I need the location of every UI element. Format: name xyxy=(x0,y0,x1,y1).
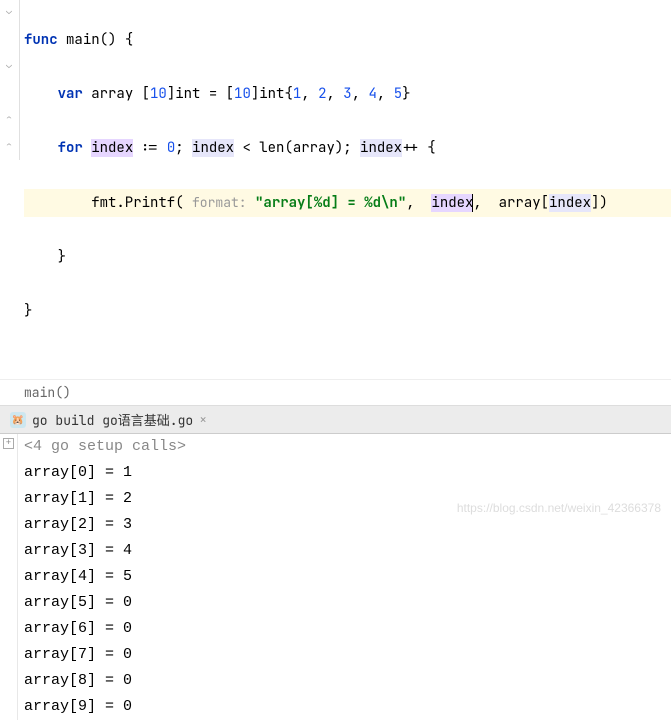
keyword-func: func xyxy=(24,31,58,49)
console-line: array[8] = 0 xyxy=(24,668,671,694)
console-line: array[4] = 5 xyxy=(24,564,671,590)
console-line: array[2] = 3 xyxy=(24,512,671,538)
console-line: array[5] = 0 xyxy=(24,590,671,616)
console-line: array[3] = 4 xyxy=(24,538,671,564)
console-line: array[6] = 0 xyxy=(24,616,671,642)
fold-icon[interactable]: ⌄ xyxy=(6,60,16,70)
code-line[interactable]: var array [10]int = [10]int{1, 2, 3, 4, … xyxy=(24,81,671,108)
fold-icon[interactable]: ⌄ xyxy=(6,6,16,16)
code-line[interactable]: } xyxy=(24,298,671,325)
editor-gutter: ⌄ ⌄ ⌃ ⌃ xyxy=(0,0,20,160)
code-editor[interactable]: ⌄ ⌄ ⌃ ⌃ func main() { var array [10]int … xyxy=(0,0,671,379)
console-line: array[0] = 1 xyxy=(24,460,671,486)
close-icon[interactable]: × xyxy=(199,411,207,428)
console-line: array[7] = 0 xyxy=(24,642,671,668)
keyword-for: for xyxy=(58,139,83,157)
fold-icon[interactable]: ⌃ xyxy=(6,141,16,151)
breadcrumb[interactable]: main() xyxy=(0,379,671,406)
console-gutter: + xyxy=(0,434,18,720)
keyword-var: var xyxy=(58,85,83,103)
ident-index: index xyxy=(91,139,133,157)
code-line[interactable]: for index := 0; index < len(array); inde… xyxy=(24,135,671,162)
code-line-active[interactable]: fmt.Printf( format: "array[%d] = %d\n", … xyxy=(24,189,671,217)
breadcrumb-item[interactable]: main() xyxy=(24,384,71,401)
ident-index: index xyxy=(360,139,402,157)
go-icon: 🐹 xyxy=(10,412,26,428)
console-output[interactable]: + <4 go setup calls> array[0] = 1 array[… xyxy=(0,434,671,720)
console-line: array[9] = 0 xyxy=(24,694,671,720)
code-line[interactable]: func main() { xyxy=(24,27,671,54)
ident-index: index xyxy=(549,194,591,212)
run-tab-bar: 🐹 go build go语言基础.go × xyxy=(0,406,671,434)
ident-index: index xyxy=(192,139,234,157)
console-setup-line: <4 go setup calls> xyxy=(24,434,671,460)
code-area[interactable]: func main() { var array [10]int = [10]in… xyxy=(0,0,671,379)
code-line[interactable]: } xyxy=(24,244,671,271)
expand-icon[interactable]: + xyxy=(3,438,14,449)
ident-index: index xyxy=(431,194,473,212)
watermark: https://blog.csdn.net/weixin_42366378 xyxy=(457,501,661,515)
run-tab-label: go build go语言基础.go xyxy=(32,410,193,429)
fold-icon[interactable]: ⌃ xyxy=(6,114,16,124)
string-literal: "array[%d] = %d\n" xyxy=(255,194,406,212)
inline-hint: format: xyxy=(192,194,247,211)
run-tab[interactable]: 🐹 go build go语言基础.go × xyxy=(0,406,217,433)
